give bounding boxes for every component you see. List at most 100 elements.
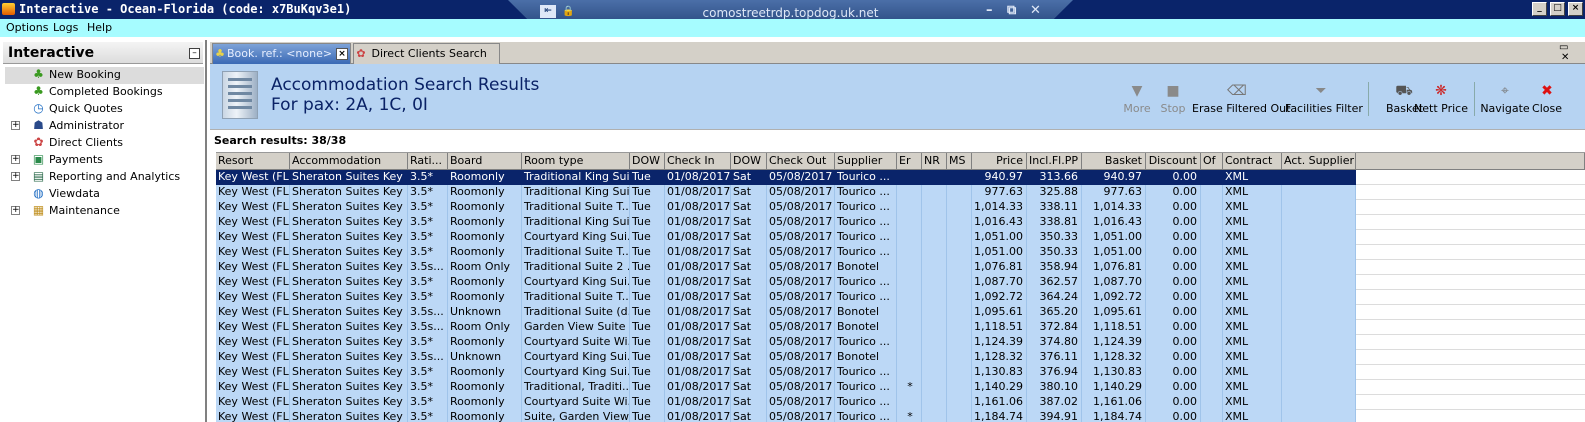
minimize-button[interactable]: _ [1532,2,1547,16]
cell-ms [947,350,972,365]
column-header-resort[interactable]: Resort [216,153,290,170]
nav-item-quick-quotes[interactable]: ◷ Quick Quotes [5,101,204,118]
cell-act-supplier [1282,230,1356,245]
cell-room-type: Courtyard Suite Wi... [524,395,630,410]
nav-item-direct-clients[interactable]: ✿ Direct Clients [5,135,204,152]
nav-item-maintenance[interactable]: + ▦ Maintenance [5,203,204,220]
cell-of [1201,170,1223,185]
tab-booking[interactable]: ♣ Book. ref.: <none> × [212,43,351,64]
column-header-check-out[interactable]: Check Out [767,153,835,170]
table-row[interactable]: Key West (FL) Sheraton Suites Key ... 3.5*… [216,200,1356,215]
column-header-basket[interactable]: Basket [1082,153,1146,170]
person-icon: ☗ [33,118,44,132]
table-row[interactable]: Key West (FL) Sheraton Suites Key ... 3.5*… [216,365,1356,380]
nav-item-completed-bookings[interactable]: ♣ Completed Bookings [5,84,204,101]
column-header-er[interactable]: Er [897,153,922,170]
expand-icon[interactable]: + [11,172,20,181]
cell-check-in: 01/08/2017 [667,320,731,335]
cell-of [1201,260,1223,275]
cell-resort: Key West (FL) [218,185,290,200]
tab-direct-clients-search[interactable]: ✿ Direct Clients Search [353,43,500,64]
table-row[interactable]: Key West (FL) Sheraton Suites Key ... 3.5s… [216,260,1356,275]
rdp-minimize-icon[interactable]: – [986,3,993,18]
rdp-restore-icon[interactable]: ⧉ [1007,3,1016,18]
expand-icon[interactable]: + [11,206,20,215]
stop-icon: ■ [1166,83,1180,99]
column-header-check-in[interactable]: Check In [665,153,731,170]
cell-er: * [897,380,922,395]
nav-item-reporting-and-analytics[interactable]: + ▤ Reporting and Analytics [5,169,204,186]
cell-of [1201,275,1223,290]
cell-dow: Tue [630,410,665,422]
collapse-panel-button[interactable]: – [189,48,200,59]
column-header-of[interactable]: Of [1201,153,1223,170]
cell-act-supplier [1282,305,1356,320]
cell-price: 1,087.70 [972,275,1027,290]
cell-nr [922,185,947,200]
table-row[interactable]: Key West (FL) Sheraton Suites Key ... 3.5*… [216,245,1356,260]
column-header-nr[interactable]: NR [922,153,947,170]
table-row[interactable]: Key West (FL) Sheraton Suites Key ... 3.5*… [216,170,1356,185]
menu-help[interactable]: Help [87,21,112,34]
table-row[interactable]: Key West (FL) Sheraton Suites Key ... 3.5*… [216,185,1356,200]
cell-contract: XML [1223,320,1282,335]
column-header-discount[interactable]: Discount [1146,153,1201,170]
facilities-filter-button[interactable]: ⏷ Facilities Filter [1285,80,1363,124]
column-header-dow[interactable]: DOW [731,153,767,170]
cell-board: Roomonly [448,200,522,215]
cell-act-supplier [1282,245,1356,260]
close-tab-icon[interactable]: × [336,48,349,60]
cell-check-out: 05/08/2017 [767,230,835,245]
cell-dow: Sat [731,200,767,215]
grid-empty-area [1356,170,1585,422]
column-header-supplier[interactable]: Supplier [835,153,897,170]
nav-item-administrator[interactable]: + ☗ Administrator [5,118,204,135]
table-row[interactable]: Key West (FL) Sheraton Suites Key ... 3.5*… [216,275,1356,290]
table-row[interactable]: Key West (FL) Sheraton Suites Key ... 3.5*… [216,335,1356,350]
cell-dow: Sat [731,380,767,395]
table-row[interactable]: Key West (FL) Sheraton Suites Key ... 3.5s… [216,305,1356,320]
close-window-button[interactable]: × [1568,2,1583,16]
column-header-board[interactable]: Board [448,153,522,170]
cell-nr [922,305,947,320]
table-row[interactable]: Key West (FL) Sheraton Suites Key ... 3.5*… [216,290,1356,305]
nav-item-viewdata[interactable]: ◍ Viewdata [5,186,204,203]
cell-dow: Tue [630,230,665,245]
column-header-incl-fl-pp[interactable]: Incl.Fl.PP [1027,153,1082,170]
column-header-rati-[interactable]: Rati... [408,153,448,170]
table-row[interactable]: Key West (FL) Sheraton Suites Key ... 3.5*… [216,380,1356,395]
column-header-contract[interactable]: Contract [1223,153,1282,170]
column-header-ms[interactable]: MS [947,153,972,170]
cell-contract: XML [1223,350,1282,365]
rdp-close-icon[interactable]: ✕ [1030,3,1041,18]
cell-check-in: 01/08/2017 [665,410,731,422]
cell-ms [947,290,972,305]
menu-options[interactable]: Options [6,21,48,34]
navigate-button[interactable]: ⌖ Navigate [1480,80,1530,124]
menu-logs[interactable]: Logs [53,21,78,34]
erase-filtered-out-button[interactable]: ⌫ Erase Filtered Out [1192,80,1290,124]
table-row[interactable]: Key West (FL) Sheraton Suites Key ... 3.5s… [216,320,1356,335]
column-header-dow[interactable]: DOW [630,153,665,170]
expand-icon[interactable]: + [11,121,20,130]
table-row[interactable]: Key West (FL) Sheraton Suites Key ... 3.5*… [216,215,1356,230]
maximize-button[interactable]: □ [1550,2,1565,16]
expand-icon[interactable]: + [11,155,20,164]
column-header-act-supplier[interactable]: Act. Supplier [1282,153,1356,170]
nav-item-payments[interactable]: + ▣ Payments [5,152,204,169]
table-row[interactable]: Key West (FL) Sheraton Suites Key ... 3.5*… [216,230,1356,245]
cell-room-type: Courtyard King Sui... [524,230,630,245]
cell-basket: 1,130.83 [1082,365,1146,380]
panel-close-icon[interactable]: ✕ [1561,52,1569,63]
column-header-room-type[interactable]: Room type [522,153,630,170]
column-header-accommodation[interactable]: Accommodation [290,153,408,170]
cell-check-in: 01/08/2017 [667,170,731,185]
table-row[interactable]: Key West (FL) Sheraton Suites Key ... 3.5*… [216,410,1356,422]
nav-item-label: Administrator [49,119,124,132]
table-row[interactable]: Key West (FL) Sheraton Suites Key ... 3.5*… [216,395,1356,410]
close-button[interactable]: ✖ Close [1530,80,1564,124]
table-row[interactable]: Key West (FL) Sheraton Suites Key ... 3.5s… [216,350,1356,365]
nett-price-button[interactable]: ❋ Nett Price [1414,80,1468,124]
nav-item-new-booking[interactable]: ♣ New Booking [5,67,204,84]
column-header-price[interactable]: Price [972,153,1027,170]
